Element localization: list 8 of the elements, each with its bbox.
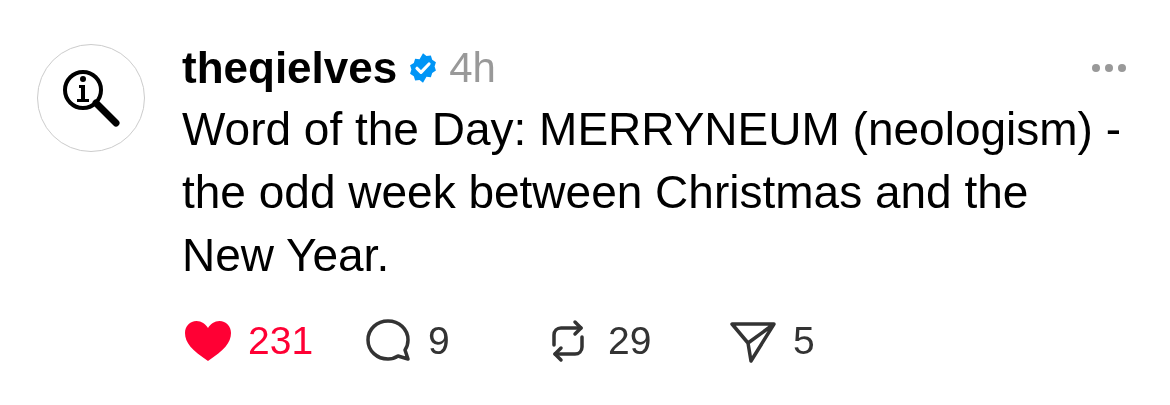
like-count: 231: [248, 319, 314, 363]
repost-count: 29: [608, 319, 652, 363]
reply-count: 9: [428, 319, 450, 363]
more-options-icon[interactable]: [1091, 63, 1127, 73]
post-text: Word of the Day: MERRYNEUM (neologism) - the odd week between Christmas and the New Year.: [182, 102, 1122, 283]
username[interactable]: theqielves: [182, 43, 398, 93]
share-count: 5: [793, 319, 815, 363]
post-time: 4h: [449, 44, 496, 92]
